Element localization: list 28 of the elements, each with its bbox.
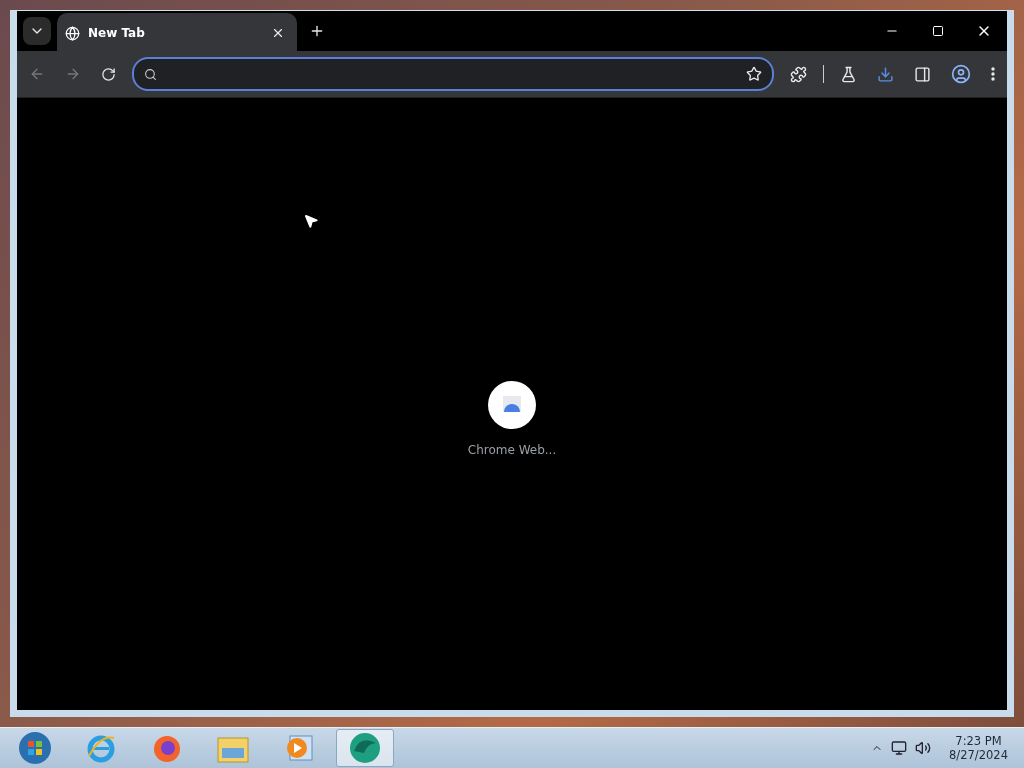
star-icon (746, 66, 762, 82)
address-bar[interactable] (132, 57, 774, 91)
search-icon (144, 67, 157, 81)
browser-tab[interactable]: New Tab (57, 13, 297, 53)
profile-icon (951, 64, 971, 84)
close-icon (271, 26, 285, 40)
flask-icon (840, 65, 857, 83)
store-icon (488, 381, 536, 429)
maximize-icon (932, 25, 944, 37)
plus-icon (309, 23, 325, 39)
shortcut-label: Chrome Web... (467, 443, 557, 457)
forward-arrow-icon (65, 66, 81, 82)
tab-search-button[interactable] (23, 17, 51, 45)
start-orb-icon (18, 731, 52, 765)
side-panel-icon (914, 65, 931, 83)
puzzle-icon (790, 65, 807, 83)
cursor-icon (303, 213, 319, 229)
more-vertical-icon (991, 67, 995, 81)
shortcut-tile[interactable]: Chrome Web... (467, 381, 557, 457)
reload-icon (101, 66, 116, 82)
app-icon (348, 731, 382, 765)
play-icon (284, 733, 314, 763)
tab-title: New Tab (88, 26, 146, 40)
download-icon (877, 65, 894, 83)
clock[interactable]: 7:23 PM 8/27/2024 (939, 734, 1018, 762)
taskbar-item[interactable] (336, 729, 394, 767)
globe-icon (65, 25, 80, 41)
speaker-icon[interactable] (915, 740, 932, 756)
